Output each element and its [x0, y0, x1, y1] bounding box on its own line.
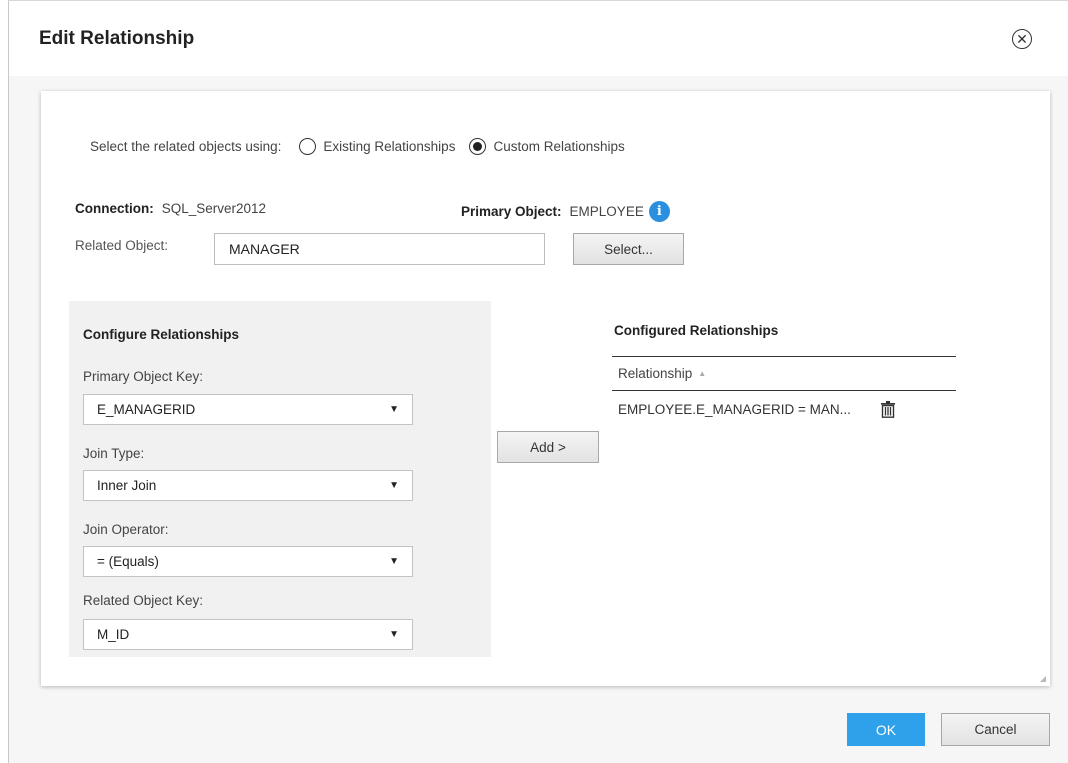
connection-row: Connection: SQL_Server2012	[75, 201, 266, 216]
select-method-row: Select the related objects using: Existi…	[90, 138, 625, 155]
caret-down-icon: ▼	[389, 404, 399, 415]
primary-object-key-value: E_MANAGERID	[97, 402, 196, 417]
join-type-label: Join Type:	[83, 446, 145, 461]
primary-object-label: Primary Object:	[461, 204, 562, 219]
connection-value: SQL_Server2012	[161, 201, 267, 216]
relationship-column-header[interactable]: Relationship ▲	[612, 357, 956, 391]
caret-down-icon: ▼	[389, 629, 399, 640]
dialog-header: Edit Relationship ✕	[9, 1, 1068, 76]
existing-relationships-label: Existing Relationships	[323, 139, 456, 154]
custom-relationships-radio[interactable]	[469, 138, 487, 155]
related-object-key-value: M_ID	[97, 627, 130, 642]
join-operator-select[interactable]: = (Equals) ▼	[83, 546, 413, 577]
related-object-input[interactable]: MANAGER	[214, 233, 545, 265]
join-operator-value: = (Equals)	[97, 554, 159, 569]
connection-label: Connection:	[75, 201, 154, 216]
custom-relationships-label: Custom Relationships	[493, 139, 625, 154]
edit-relationship-dialog: Edit Relationship ✕ Select the related o…	[8, 0, 1068, 763]
relationship-column-label: Relationship	[618, 366, 693, 381]
close-icon[interactable]: ✕	[1012, 29, 1032, 49]
add-button[interactable]: Add >	[497, 431, 599, 463]
ok-button[interactable]: OK	[847, 713, 925, 746]
relationship-panel: Select the related objects using: Existi…	[41, 91, 1050, 686]
relationship-cell: EMPLOYEE.E_MANAGERID = MAN...	[618, 401, 851, 417]
configure-relationships-box: Configure Relationships Primary Object K…	[69, 301, 491, 657]
custom-relationships-option[interactable]: Custom Relationships	[469, 138, 625, 155]
resize-grip-icon[interactable]: ◢	[1040, 674, 1046, 683]
primary-object-key-label: Primary Object Key:	[83, 369, 204, 384]
select-button[interactable]: Select...	[573, 233, 684, 265]
join-operator-label: Join Operator:	[83, 522, 169, 537]
table-row: EMPLOYEE.E_MANAGERID = MAN...	[612, 391, 956, 427]
primary-object-row: Primary Object: EMPLOYEE i	[461, 201, 670, 222]
dialog-title: Edit Relationship	[39, 28, 195, 49]
configured-relationships-table: Relationship ▲ EMPLOYEE.E_MANAGERID = MA…	[612, 356, 956, 427]
join-type-select[interactable]: Inner Join ▼	[83, 470, 413, 501]
related-object-key-label: Related Object Key:	[83, 593, 204, 608]
existing-relationships-radio[interactable]	[299, 138, 317, 155]
select-method-prompt: Select the related objects using:	[90, 139, 282, 154]
cancel-button[interactable]: Cancel	[941, 713, 1050, 746]
primary-object-key-select[interactable]: E_MANAGERID ▼	[83, 394, 413, 425]
related-object-label: Related Object:	[75, 238, 169, 253]
caret-down-icon: ▼	[389, 480, 399, 491]
sort-asc-icon: ▲	[698, 369, 707, 378]
join-type-value: Inner Join	[97, 478, 157, 493]
caret-down-icon: ▼	[389, 556, 399, 567]
configured-relationships-title: Configured Relationships	[614, 323, 779, 338]
existing-relationships-option[interactable]: Existing Relationships	[299, 138, 455, 155]
trash-icon[interactable]	[880, 400, 895, 418]
info-icon[interactable]: i	[648, 201, 670, 222]
related-object-key-select[interactable]: M_ID ▼	[83, 619, 413, 650]
configure-relationships-title: Configure Relationships	[83, 327, 240, 342]
primary-object-value: EMPLOYEE	[569, 204, 644, 219]
